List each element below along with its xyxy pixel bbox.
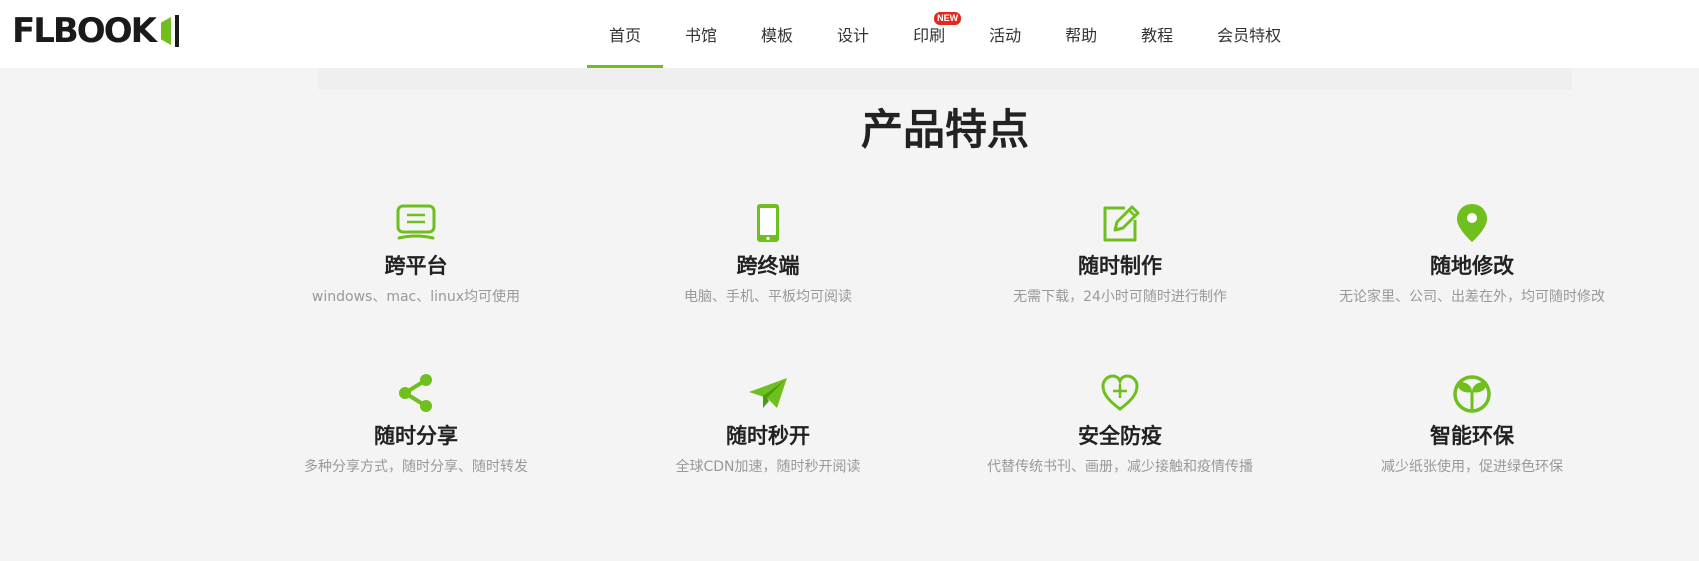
feature-name: 跨平台: [384, 254, 448, 278]
nav-label: 书馆: [685, 26, 718, 45]
nav-item-membership[interactable]: 会员特权: [1195, 0, 1303, 68]
feature-description: 多种分享方式，随时分享、随时转发: [304, 459, 528, 475]
feature-description: 电脑、手机、平板均可阅读: [684, 289, 852, 305]
top-navigation-bar: FLBOOK 首页 书馆 模板 设计 印刷 NEW 活动 帮助 教程 会员特权: [0, 0, 1699, 68]
feature-description: 无论家里、公司、出差在外，均可随时修改: [1339, 289, 1605, 305]
feature-item: 智能环保 减少纸张使用，促进绿色环保: [1282, 372, 1662, 476]
nav-label: 模板: [761, 26, 794, 45]
nav-item-design[interactable]: 设计: [815, 0, 891, 68]
feature-description: 减少纸张使用，促进绿色环保: [1381, 459, 1563, 475]
share-icon: [399, 374, 432, 412]
nav-item-printing[interactable]: 印刷 NEW: [891, 0, 967, 68]
feature-description: 全球CDN加速，随时秒开阅读: [675, 459, 861, 475]
nav-label: 帮助: [1065, 26, 1098, 45]
nav-item-tutorials[interactable]: 教程: [1119, 0, 1195, 68]
main-nav: 首页 书馆 模板 设计 印刷 NEW 活动 帮助 教程 会员特权: [587, 0, 1303, 68]
nav-label: 教程: [1141, 26, 1174, 45]
feature-item: 安全防疫 代替传统书刊、画册，减少接触和疫情传播: [930, 372, 1310, 476]
nav-item-library[interactable]: 书馆: [663, 0, 739, 68]
feature-item: 跨终端 电脑、手机、平板均可阅读: [578, 202, 958, 306]
feature-description: 无需下载，24小时可随时进行制作: [1013, 289, 1227, 305]
feature-item: 随时分享 多种分享方式，随时分享、随时转发: [226, 372, 606, 476]
section-title: 产品特点: [860, 105, 1029, 154]
feature-item: 随时秒开 全球CDN加速，随时秒开阅读: [578, 372, 958, 476]
feature-name: 安全防疫: [1078, 424, 1162, 448]
sprout-icon: [1453, 375, 1491, 413]
feature-item: 随地修改 无论家里、公司、出差在外，均可随时修改: [1282, 202, 1662, 306]
feature-name: 随时秒开: [726, 424, 810, 448]
feature-description: windows、mac、linux均可使用: [311, 289, 521, 305]
banner-shadow: [318, 68, 1572, 90]
new-badge: NEW: [934, 12, 962, 25]
nav-label: 活动: [989, 26, 1022, 45]
location-pin-icon: [1457, 204, 1487, 242]
heart-plus-icon: [1101, 374, 1139, 411]
nav-label: 首页: [609, 26, 642, 45]
paper-plane-icon: [749, 378, 787, 408]
feature-name: 跨终端: [736, 254, 800, 278]
feature-item: 随时制作 无需下载，24小时可随时进行制作: [930, 202, 1310, 306]
nav-label: 设计: [837, 26, 870, 45]
feature-name: 随地修改: [1430, 254, 1514, 278]
feature-name: 智能环保: [1430, 424, 1514, 448]
mobile-phone-icon: [757, 204, 779, 242]
nav-label: 会员特权: [1217, 26, 1282, 45]
flbook-logo[interactable]: FLBOOK: [12, 11, 179, 51]
nav-item-templates[interactable]: 模板: [739, 0, 815, 68]
monitor-icon: [396, 204, 436, 240]
nav-item-events[interactable]: 活动: [967, 0, 1043, 68]
feature-name: 随时制作: [1078, 254, 1162, 278]
logo-text: FLBOOK: [12, 11, 157, 51]
nav-item-help[interactable]: 帮助: [1043, 0, 1119, 68]
logo-mark-icon: [159, 15, 179, 47]
nav-item-home[interactable]: 首页: [587, 0, 664, 68]
nav-label: 印刷: [913, 26, 946, 45]
feature-name: 随时分享: [374, 424, 458, 448]
edit-icon: [1103, 205, 1140, 242]
feature-description: 代替传统书刊、画册，减少接触和疫情传播: [987, 459, 1253, 475]
feature-item: 跨平台 windows、mac、linux均可使用: [226, 202, 606, 306]
